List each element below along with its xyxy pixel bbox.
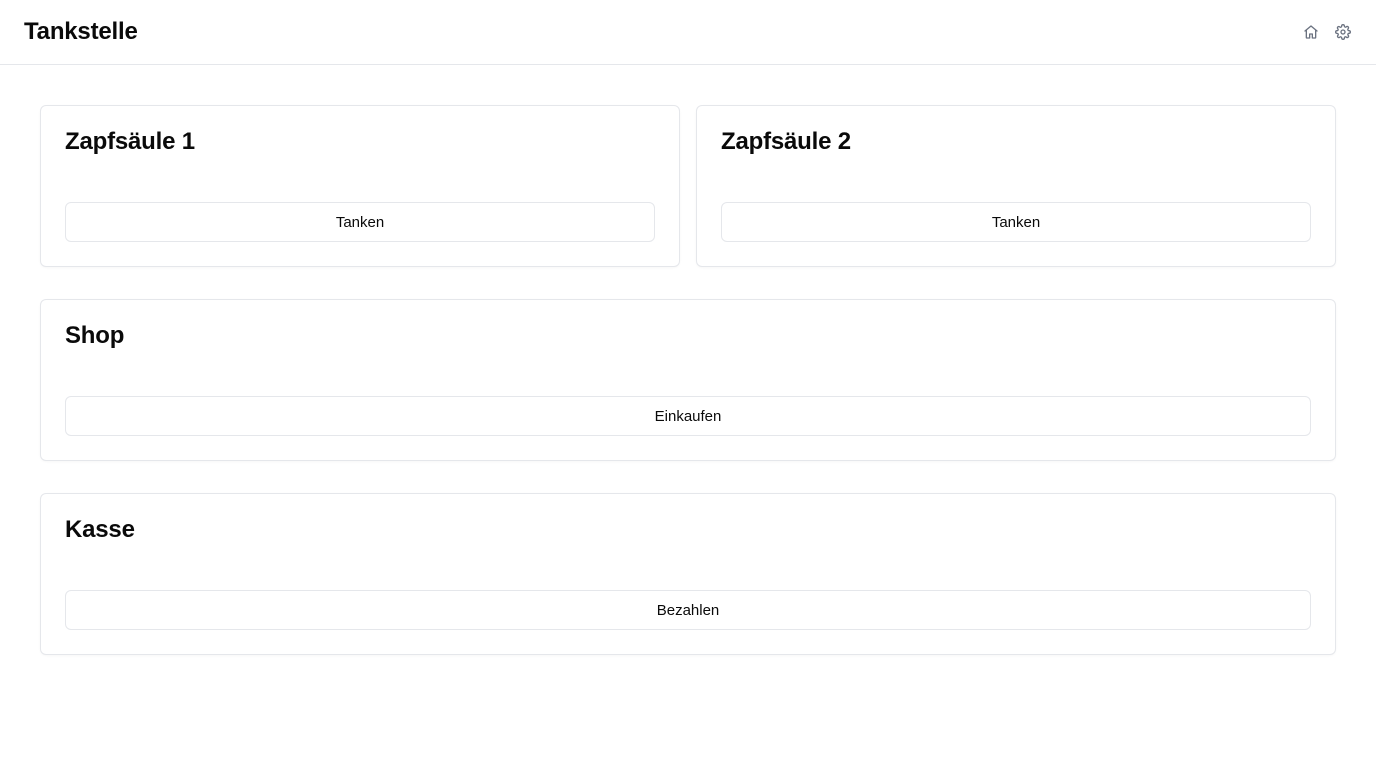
checkout-title: Kasse	[65, 516, 135, 543]
pump-1-title: Zapfsäule 1	[65, 128, 195, 155]
header-actions	[1302, 23, 1352, 41]
pump-2-refuel-button[interactable]: Tanken	[721, 202, 1311, 242]
shop-card: Shop Einkaufen	[40, 299, 1336, 461]
shop-buy-button[interactable]: Einkaufen	[65, 396, 1311, 436]
pump-1-card: Zapfsäule 1 Tanken	[40, 105, 680, 267]
shop-row: Shop Einkaufen	[40, 299, 1336, 461]
pump-row: Zapfsäule 1 Tanken Zapfsäule 2 Tanken	[40, 105, 1336, 267]
app-title: Tankstelle	[24, 18, 138, 45]
pump-2-title: Zapfsäule 2	[721, 128, 851, 155]
checkout-card: Kasse Bezahlen	[40, 493, 1336, 655]
checkout-pay-button[interactable]: Bezahlen	[65, 590, 1311, 630]
home-icon[interactable]	[1302, 23, 1320, 41]
app-header: Tankstelle	[0, 0, 1376, 65]
main-content: Zapfsäule 1 Tanken Zapfsäule 2 Tanken Sh…	[0, 65, 1376, 655]
gear-icon[interactable]	[1334, 23, 1352, 41]
pump-2-card: Zapfsäule 2 Tanken	[696, 105, 1336, 267]
pump-1-refuel-button[interactable]: Tanken	[65, 202, 655, 242]
shop-title: Shop	[65, 322, 125, 349]
checkout-row: Kasse Bezahlen	[40, 493, 1336, 655]
